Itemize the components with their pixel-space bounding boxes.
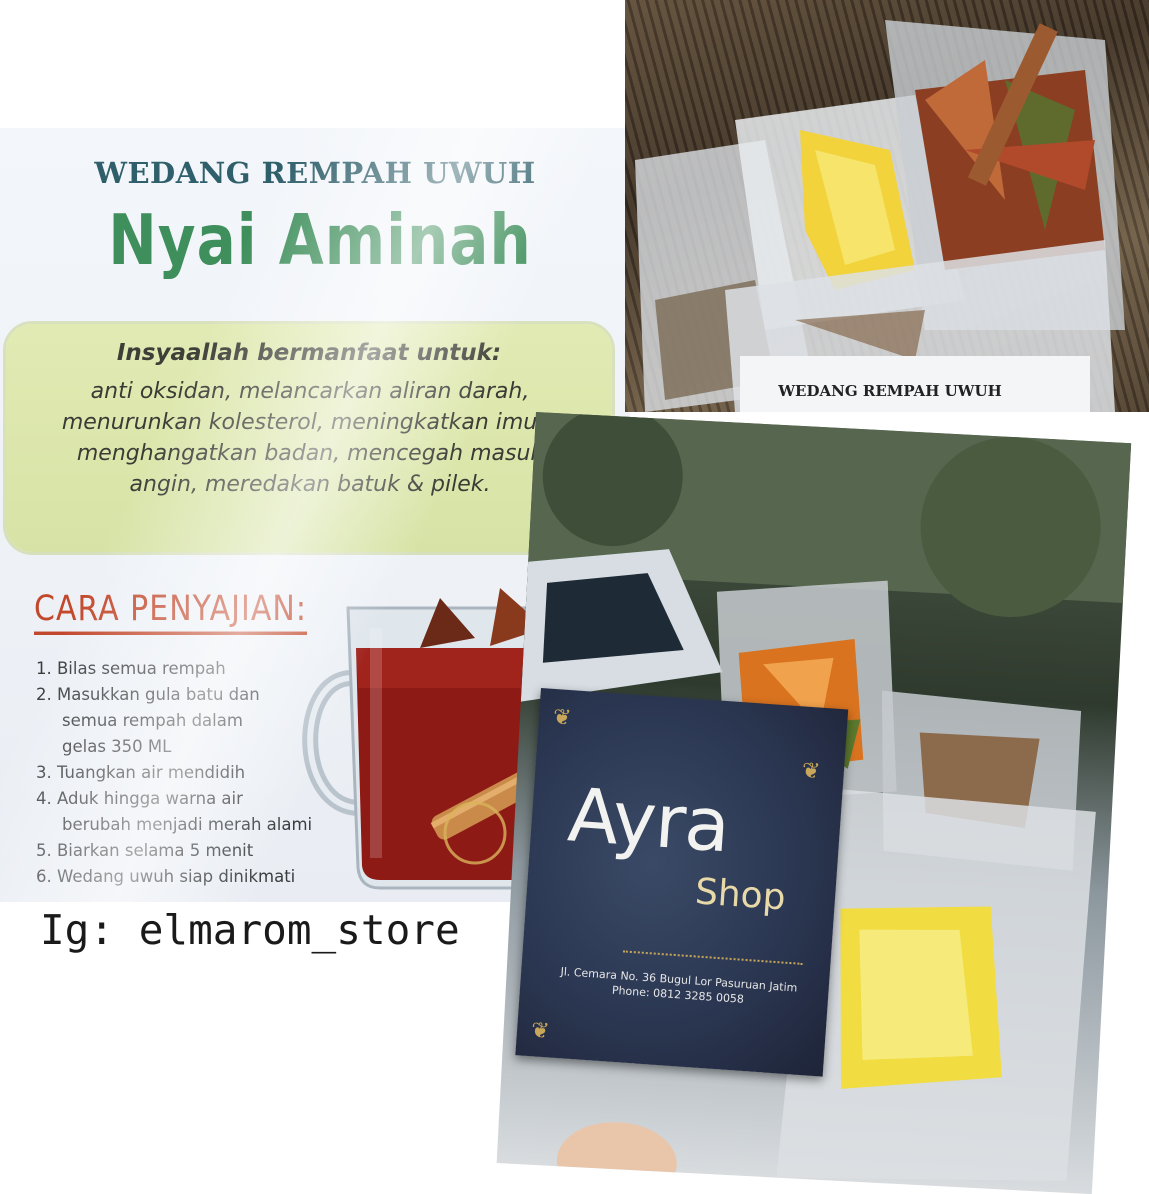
spice-bags-photo — [625, 0, 1149, 412]
bag-label: WEDANG REMPAH UWUH — [740, 356, 1090, 412]
serving-step-text: 3. Tuangkan air mendidih — [36, 763, 246, 782]
benefit-text: anti oksidan, melancarkan aliran darah, … — [61, 379, 559, 497]
ornament-icon: ❦ — [530, 1018, 551, 1045]
label-brand-name: Nyai Aminah — [108, 199, 532, 281]
serving-step: 3. Tuangkan air mendidih — [36, 760, 312, 786]
spice-bags-illustration — [635, 20, 1125, 412]
card-logo-main: Ayra — [565, 772, 732, 870]
serving-step-continuation: gelas 350 ML — [62, 737, 172, 756]
label-subtitle: WEDANG REMPAH UWUH — [94, 156, 536, 190]
card-logo-sub: Shop — [693, 871, 787, 919]
serving-step: 4. Aduk hingga warna air berubah menjadi … — [36, 786, 312, 838]
serving-step-text: 1. Bilas semua rempah — [36, 659, 226, 678]
bag-label-text: WEDANG REMPAH UWUH — [778, 382, 1002, 400]
benefit-title: Insyaallah bermanfaat untuk: — [116, 340, 502, 366]
instagram-caption: Ig: elmarom_store — [40, 906, 460, 954]
business-card: ❦ ❦ ❦ Ayra Shop Jl. Cemara No. 36 Bugul … — [515, 688, 849, 1077]
serving-title: CARA PENYAJIAN: — [34, 589, 307, 635]
serving-step: 1. Bilas semua rempah — [36, 656, 312, 682]
serving-steps-list: 1. Bilas semua rempah 2. Masukkan gula b… — [36, 656, 312, 890]
serving-step-continuation: berubah menjadi merah alami — [62, 815, 313, 834]
serving-step: 2. Masukkan gula batu dan semua rempah da… — [36, 682, 312, 760]
ornament-icon: ❦ — [552, 704, 573, 732]
card-divider — [622, 950, 803, 965]
serving-step-continuation: semua rempah dalam — [62, 711, 243, 730]
serving-step-text: 6. Wedang uwuh siap dinikmati — [36, 867, 296, 886]
benefit-box: Insyaallah bermanfaat untuk: anti oksida… — [6, 324, 612, 552]
serving-step-text: 4. Aduk hingga warna air — [36, 789, 243, 808]
ornament-icon: ❦ — [800, 758, 822, 785]
serving-step: 6. Wedang uwuh siap dinikmati — [36, 864, 312, 890]
serving-step: 5. Biarkan selama 5 menit — [36, 838, 312, 864]
serving-step-text: 2. Masukkan gula batu dan — [36, 685, 260, 704]
serving-step-text: 5. Biarkan selama 5 menit — [36, 841, 254, 860]
